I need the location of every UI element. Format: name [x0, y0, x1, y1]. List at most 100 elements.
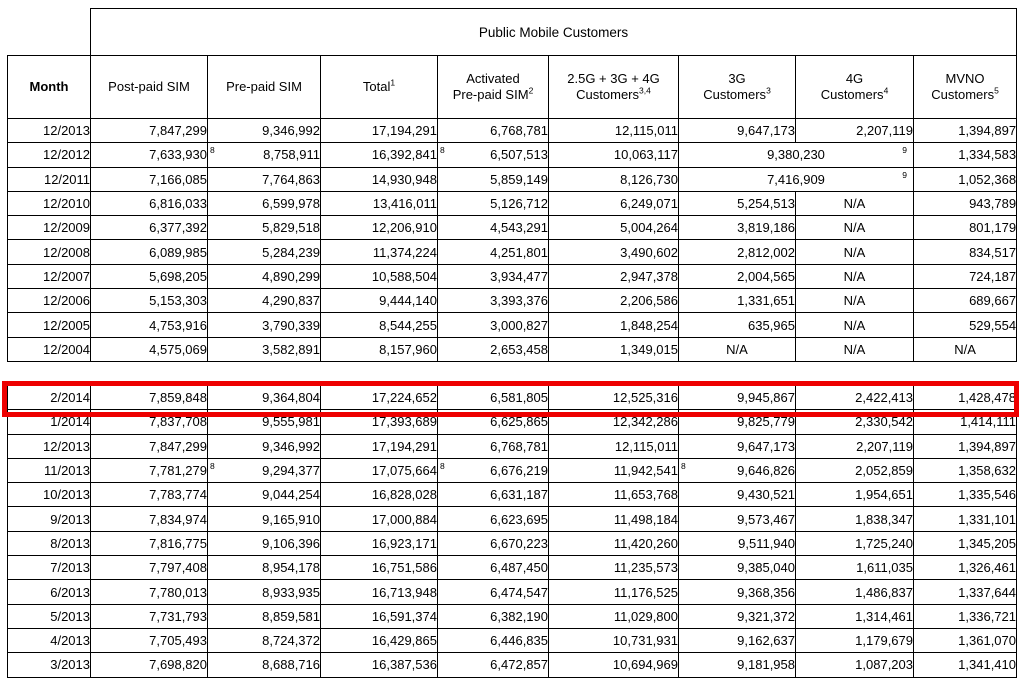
- cell-month: 10/2013: [7, 482, 91, 508]
- table-row: 8/2013 7,816,775 9,106,396 16,923,171 6,670,…: [7, 530, 1017, 557]
- cell-total: 16,751,586: [320, 555, 438, 581]
- footnote-marker: 8: [440, 145, 445, 156]
- cell-total: 17,075,664 8: [320, 457, 445, 484]
- cell-activated-pre-paid-sim: 6,487,450: [437, 555, 549, 581]
- cell-post-paid-sim: 6,377,392: [90, 215, 208, 241]
- cell-pre-paid-sim: 8,758,911: [207, 142, 321, 168]
- cell-activated-pre-paid-sim: 6,382,190: [437, 603, 549, 629]
- table-row: 10/2013 7,783,774 9,044,254 16,828,028 6,631…: [7, 482, 1017, 508]
- footnote-marker: 9: [902, 169, 907, 180]
- cell-activated-pre-paid-sim: 5,126,712: [437, 190, 549, 217]
- table-row: 12/2009 6,377,392 5,829,518 12,206,910 4,543…: [7, 215, 1018, 241]
- footnote-marker: 2: [528, 85, 534, 96]
- cell-month: 12/2008: [7, 239, 91, 265]
- cell-combined-customers: 2,206,586: [548, 288, 679, 314]
- cell-mvno-customers: 1,336,721: [913, 603, 1017, 629]
- column-header-g3: 3G Customers3: [678, 55, 796, 119]
- table-body-historical: 12/2013 7,847,299 9,346,992 17,194,291 6,768…: [7, 117, 1018, 362]
- column-header-line: Pre-paid SIM: [226, 79, 302, 95]
- cell-post-paid-sim: 7,698,820: [90, 652, 208, 678]
- cell-pre-paid-sim: 8,954,178: [207, 555, 321, 581]
- cell-value: 10,063,1178: [614, 145, 686, 162]
- column-header-line: Total1: [362, 77, 396, 95]
- cell-4g-customers: 1,725,240: [795, 530, 914, 557]
- cell-pre-paid-sim: 8,859,581: [207, 603, 321, 629]
- cell-combined-customers: 3,490,602: [548, 239, 679, 265]
- cell-4g-customers: N/A: [795, 190, 914, 217]
- cell-total: 16,429,865: [320, 627, 438, 654]
- cell-4g-customers: 2,207,119: [795, 433, 914, 459]
- cell-total: 11,374,224: [320, 239, 438, 265]
- cell-3g-customers: 9,321,372: [678, 603, 796, 629]
- cell-3g-customers: 9,511,940: [678, 530, 796, 557]
- cell-combined-customers: 12,115,011: [548, 117, 679, 144]
- table-row: 12/2013 7,847,299 9,346,992 17,194,291 6,768…: [7, 433, 1017, 459]
- cell-4g-customers: 1,087,203: [795, 652, 914, 678]
- cell-month: 12/2012: [7, 142, 91, 168]
- table-row: 12/2011 7,166,085 7,764,863 14,930,948 5,859…: [7, 166, 1018, 192]
- cell-combined-customers: 11,942,541 8: [548, 457, 686, 484]
- cell-post-paid-sim: 7,859,848: [90, 384, 208, 411]
- cell-activated-pre-paid-sim: 4,251,801: [437, 239, 549, 265]
- column-header-line: Activated: [466, 71, 520, 87]
- cell-pre-paid-sim: 9,294,377: [207, 457, 321, 484]
- cell-total: 17,194,291: [320, 433, 438, 459]
- cell-4g-customers: 2,207,119: [795, 117, 914, 144]
- table-row: 3/2013 7,698,820 8,688,716 16,387,536 6,472,…: [7, 652, 1017, 678]
- table-row: 12/2010 6,816,033 6,599,978 13,416,011 5,126…: [7, 190, 1018, 217]
- column-header-pre: Pre-paid SIM: [207, 55, 321, 119]
- cell-month: 6/2013: [7, 579, 91, 605]
- cell-month: 12/2007: [7, 263, 91, 290]
- table-row: 11/2013 7,781,279 8 9,294,377 17,075,664 8 6,6…: [7, 457, 1017, 484]
- cell-total: 8,157,960: [320, 336, 438, 362]
- cell-pre-paid-sim: 8,688,716: [207, 652, 321, 678]
- table-row: 12/2006 5,153,303 4,290,837 9,444,140 3,393,…: [7, 288, 1018, 314]
- cell-combined-customers: 8,126,730: [548, 166, 679, 192]
- cell-post-paid-sim: 7,166,085: [90, 166, 208, 192]
- cell-pre-paid-sim: 9,346,992: [207, 117, 321, 144]
- cell-post-paid-sim: 7,847,299: [90, 117, 208, 144]
- cell-4g-customers: N/A: [795, 239, 914, 265]
- cell-month: 12/2009: [7, 215, 91, 241]
- cell-3g-customers: 9,573,467: [678, 506, 796, 532]
- cell-activated-pre-paid-sim: 3,393,376: [437, 288, 549, 314]
- cell-activated-pre-paid-sim: 4,543,291: [437, 215, 549, 241]
- footnote-marker: 8: [681, 461, 686, 472]
- cell-mvno-customers: N/A: [912, 336, 1018, 362]
- column-header-line: Pre-paid SIM2: [452, 85, 534, 102]
- cell-month: 12/2013: [7, 117, 91, 144]
- cell-combined-customers: 5,004,264: [548, 215, 679, 241]
- cell-month: 4/2013: [7, 627, 91, 654]
- cell-3g-customers: 9,647,173: [678, 117, 796, 144]
- cell-post-paid-sim: 4,753,916: [90, 312, 208, 338]
- cell-4g-customers: 1,314,461: [795, 603, 914, 629]
- footnote-marker: 4: [883, 85, 889, 96]
- cell-3g-customers: 635,965: [678, 312, 796, 338]
- cell-4g-customers: 2,422,413: [795, 384, 914, 411]
- table-row: 12/2007 5,698,205 4,890,299 10,588,504 3,934…: [7, 263, 1018, 290]
- cell-4g-customers: N/A: [795, 215, 914, 241]
- column-header-mvno: MVNO Customers5: [912, 55, 1018, 119]
- footnote-marker: 5: [994, 85, 999, 96]
- cell-combined-customers: 11,235,573: [548, 555, 679, 581]
- footnote-marker: 9: [902, 145, 907, 156]
- cell-post-paid-sim: 4,575,069: [90, 336, 208, 362]
- column-header-act: Activated Pre-paid SIM2: [437, 55, 549, 119]
- cell-total: 16,387,536: [320, 652, 438, 678]
- cell-3g-customers: 9,368,356: [678, 579, 796, 605]
- cell-pre-paid-sim: 8,724,372: [207, 627, 321, 654]
- document-page: Public Mobile Customers Month Post-paid S…: [0, 0, 1024, 678]
- footnote-marker: 1: [390, 77, 396, 88]
- column-header-total: Total1: [320, 55, 438, 119]
- cell-post-paid-sim: 6,816,033: [90, 190, 208, 217]
- cell-pre-paid-sim: 5,829,518: [207, 215, 321, 241]
- cell-4g-customers: N/A: [795, 312, 914, 338]
- cell-pre-paid-sim: 9,044,254: [207, 482, 321, 508]
- cell-total: 16,828,028: [320, 482, 438, 508]
- column-header-line: Post-paid SIM: [108, 79, 190, 95]
- cell-combined-customers: 11,653,768: [548, 482, 679, 508]
- cell-pre-paid-sim: 7,764,863: [207, 166, 321, 192]
- cell-mvno-customers: 1,341,410: [913, 652, 1017, 678]
- cell-combined-customers: 11,420,260: [548, 530, 679, 557]
- cell-post-paid-sim: 7,780,013: [90, 579, 208, 605]
